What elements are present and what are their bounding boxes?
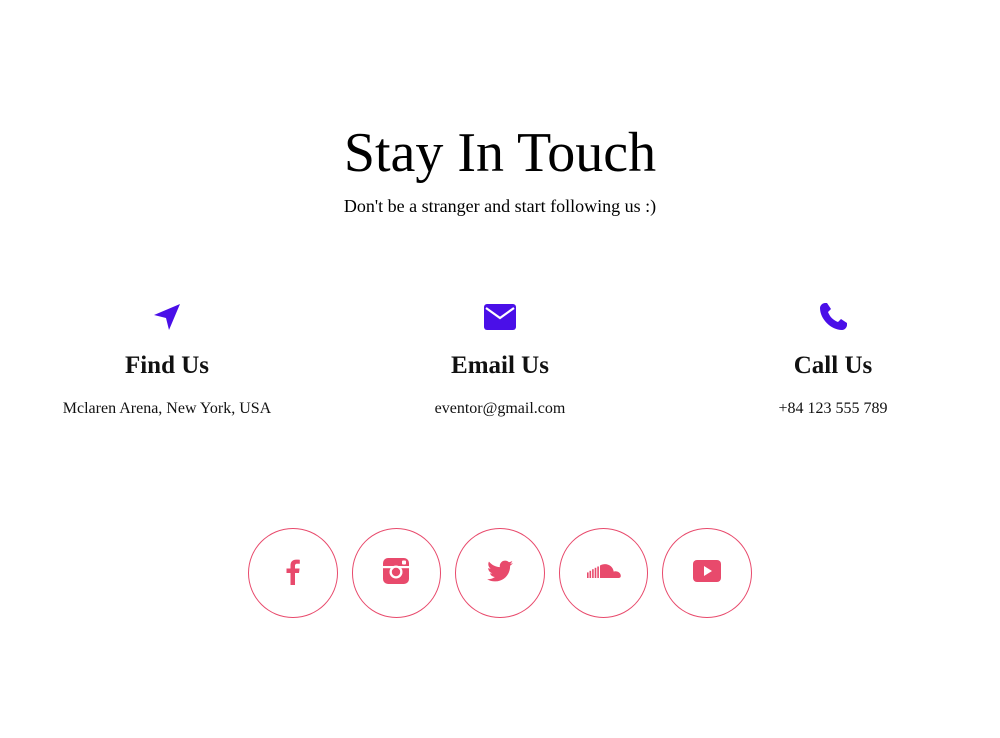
facebook-icon bbox=[278, 556, 308, 591]
youtube-icon bbox=[692, 556, 722, 591]
instagram-icon bbox=[381, 556, 411, 591]
contact-call-us: Call Us +84 123 555 789 bbox=[666, 300, 1000, 420]
twitter-button[interactable] bbox=[455, 528, 545, 618]
phone-icon bbox=[816, 300, 850, 334]
contact-title: Find Us bbox=[124, 352, 210, 379]
soundcloud-button[interactable] bbox=[558, 528, 649, 618]
contact-phone[interactable]: +84 123 555 789 bbox=[666, 398, 1000, 420]
page-subtitle: Don't be a stranger and start following … bbox=[343, 196, 657, 216]
envelope-icon bbox=[483, 300, 517, 334]
facebook-button[interactable] bbox=[248, 528, 338, 618]
stay-in-touch-section: Stay In Touch Don't be a stranger and st… bbox=[0, 0, 1000, 738]
contact-find-us: Find Us Mclaren Arena, New York, USA bbox=[0, 300, 334, 420]
contact-address: Mclaren Arena, New York, USA bbox=[62, 400, 272, 417]
soundcloud-icon bbox=[584, 556, 624, 591]
contact-email-us: Email Us eventor@gmail.com bbox=[333, 300, 667, 420]
contact-title: Email Us bbox=[451, 352, 549, 379]
instagram-button[interactable] bbox=[351, 528, 442, 618]
youtube-button[interactable] bbox=[662, 528, 752, 618]
contact-email[interactable]: eventor@gmail.com bbox=[333, 398, 667, 420]
location-arrow-icon bbox=[150, 300, 184, 334]
page-title: Stay In Touch bbox=[343, 122, 657, 184]
twitter-icon bbox=[485, 556, 515, 591]
contact-title: Call Us bbox=[793, 352, 873, 379]
social-links bbox=[248, 528, 752, 618]
